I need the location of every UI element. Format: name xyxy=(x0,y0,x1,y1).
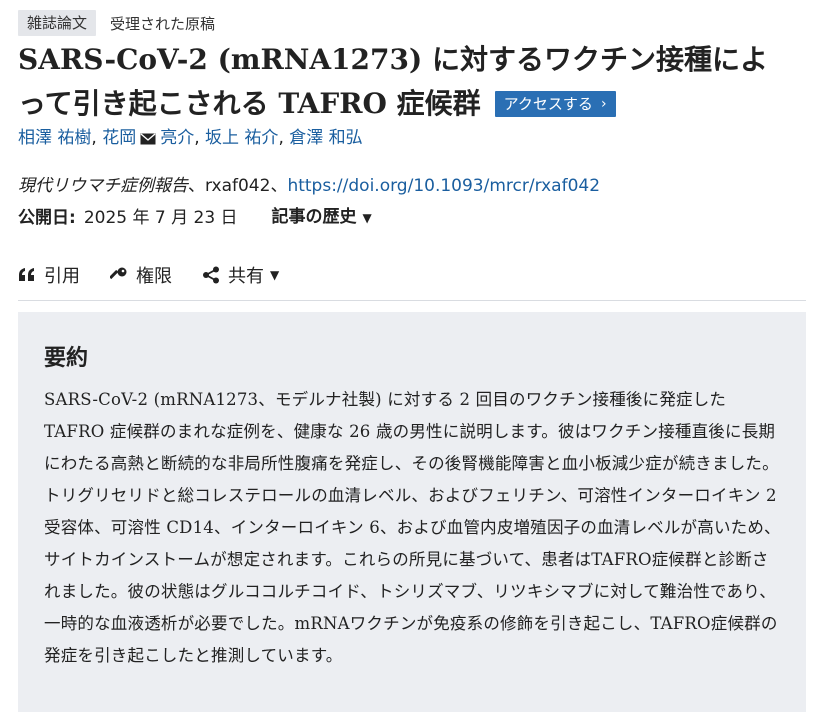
article-title: SARS-CoV-2 (mRNA1273) に対するワクチン接種によって引き起こ… xyxy=(18,38,788,126)
share-button[interactable]: 共有 ▼ xyxy=(202,262,279,288)
permissions-label: 権限 xyxy=(136,266,172,287)
access-button[interactable]: アクセスする › xyxy=(494,91,616,117)
article-history-label: 記事の歴史 xyxy=(271,207,357,227)
abstract-text: SARS-CoV-2 (mRNA1273、モデルナ社製) に対する 2 回目のワ… xyxy=(44,390,781,665)
author-separator: , xyxy=(194,128,200,148)
article-page: 雑誌論文 受理された原稿 SARS-CoV-2 (mRNA1273) に対するワ… xyxy=(0,0,820,712)
article-title-text: SARS-CoV-2 (mRNA1273) に対するワクチン接種によって引き起こ… xyxy=(18,43,768,120)
caret-down-icon: ▼ xyxy=(270,268,280,282)
share-icon xyxy=(203,266,219,284)
article-tools: 引用 権限 共有 ▼ xyxy=(18,262,309,288)
citation-line: 現代リウマチ症例報告、rxaf042、https://doi.org/10.10… xyxy=(18,172,600,200)
article-history-toggle[interactable]: 記事の歴史 ▼ xyxy=(272,203,372,232)
quote-icon xyxy=(19,268,34,281)
key-icon xyxy=(110,267,127,280)
author-link[interactable]: 倉澤 和弘 xyxy=(289,128,362,148)
published-label: 公開日: xyxy=(18,207,76,228)
article-meta-top: 雑誌論文 受理された原稿 xyxy=(18,10,215,36)
author-separator: , xyxy=(278,128,284,148)
cite-label: 引用 xyxy=(44,266,80,287)
author-link[interactable]: 亮介 xyxy=(160,128,194,148)
author-separator: , xyxy=(91,128,97,148)
article-id: 、rxaf042、 xyxy=(188,176,288,196)
author-link[interactable]: 坂上 祐介 xyxy=(205,128,278,148)
caret-down-icon: ▼ xyxy=(362,211,372,225)
abstract-section: 要約 SARS-CoV-2 (mRNA1273、モデルナ社製) に対する 2 回… xyxy=(18,312,806,712)
journal-name[interactable]: 現代リウマチ症例報告 xyxy=(18,176,188,196)
abstract-heading: 要約 xyxy=(44,346,89,371)
doi-link[interactable]: https://doi.org/10.1093/mrcr/rxaf042 xyxy=(287,176,600,196)
permissions-button[interactable]: 権限 xyxy=(110,262,172,288)
author-link[interactable]: 相澤 祐樹 xyxy=(18,128,91,148)
divider xyxy=(18,300,806,301)
manuscript-status: 受理された原稿 xyxy=(110,14,216,33)
author-link[interactable]: 花岡 xyxy=(102,128,136,148)
cite-button[interactable]: 引用 xyxy=(18,262,80,288)
access-button-label: アクセスする xyxy=(503,95,593,113)
author-list: 相澤 祐樹, 花岡 亮介, 坂上 祐介, 倉澤 和弘 xyxy=(18,124,363,152)
article-type-badge: 雑誌論文 xyxy=(18,10,97,36)
share-label: 共有 xyxy=(228,266,264,287)
chevron-right-icon: › xyxy=(600,96,607,112)
published-date: 2025 年 7 月 23 日 xyxy=(83,207,238,228)
publication-row: 公開日: 2025 年 7 月 23 日 記事の歴史 ▼ xyxy=(18,203,372,232)
envelope-icon[interactable] xyxy=(140,133,156,145)
